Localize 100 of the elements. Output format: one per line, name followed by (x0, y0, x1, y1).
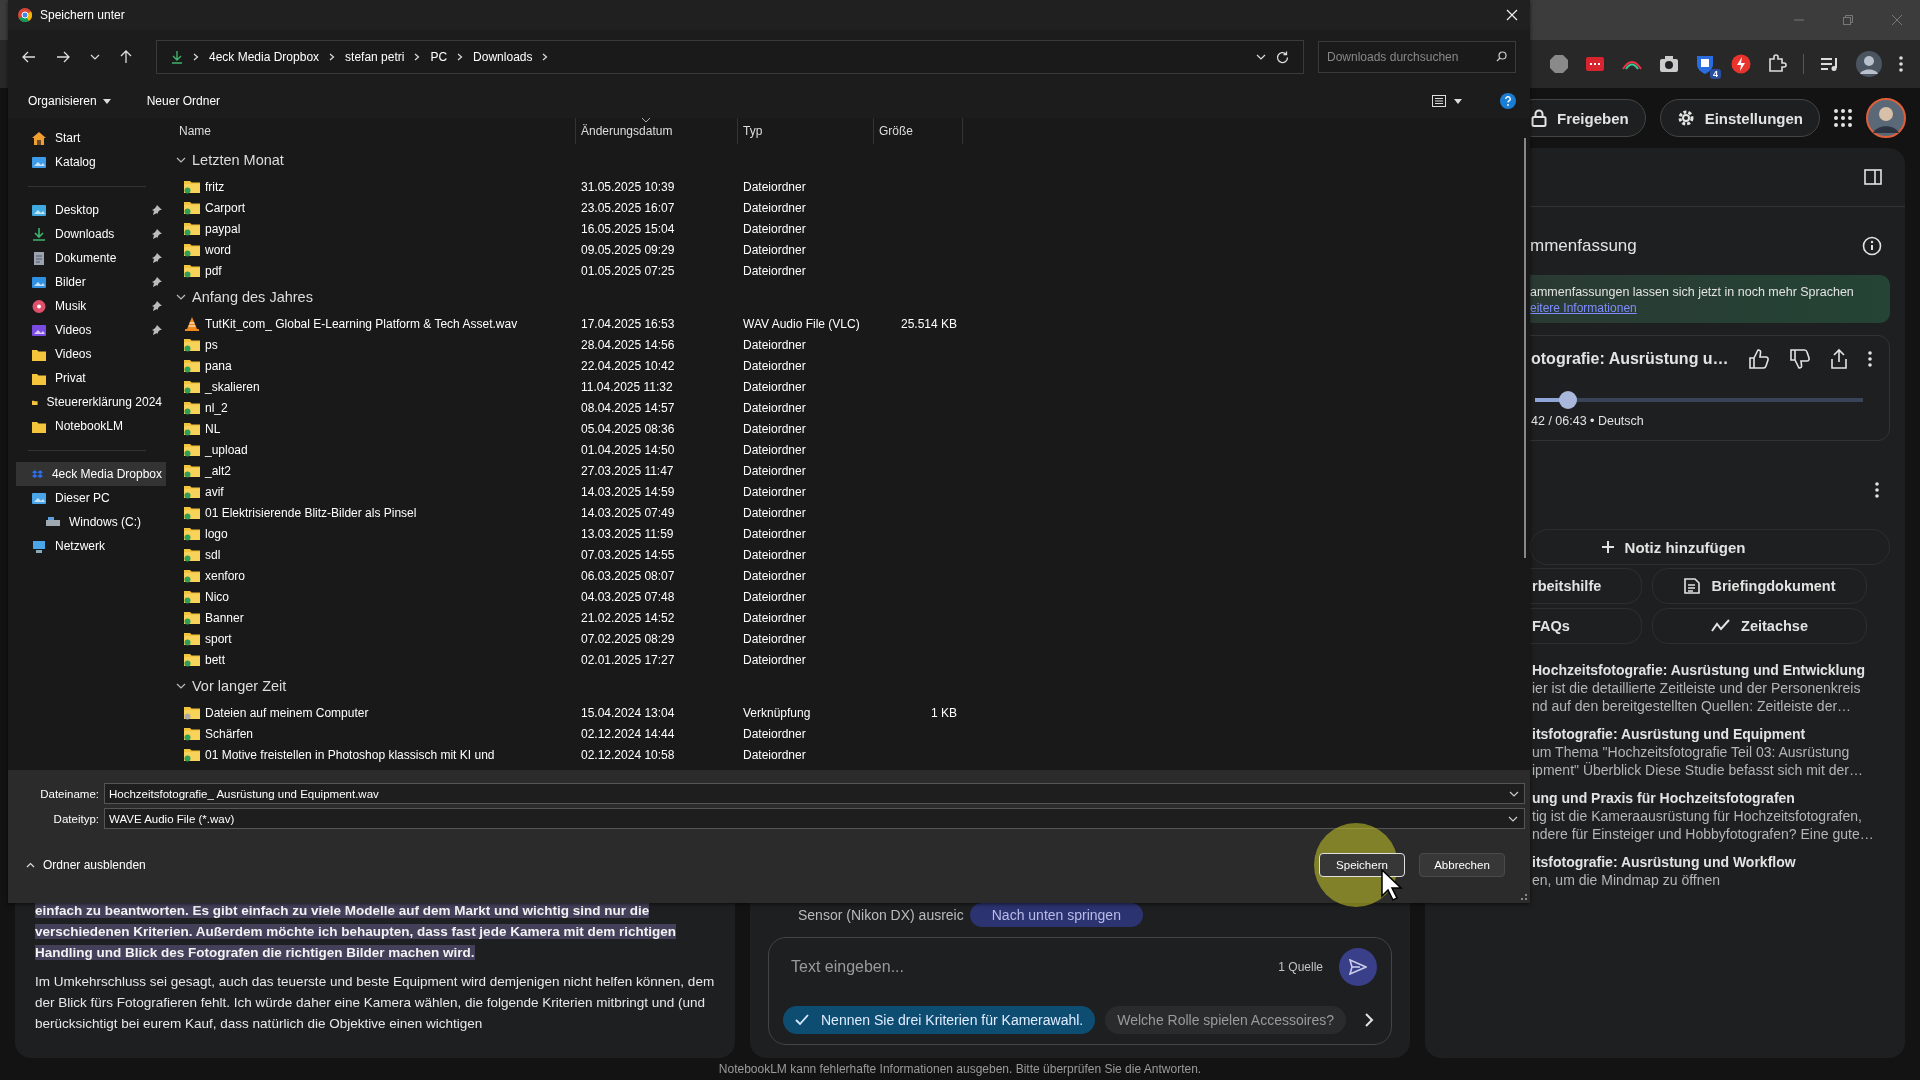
nav-item[interactable]: Dokumente (20, 246, 166, 270)
nav-item[interactable]: 4eck Media Dropbox (16, 462, 166, 486)
toolbar-button[interactable]: Neuer Ordner (138, 90, 229, 112)
group-header[interactable]: Anfang des Jahres (174, 281, 1530, 313)
shield-icon[interactable] (1695, 53, 1715, 75)
file-name[interactable]: paypal (205, 221, 241, 236)
info-link[interactable]: eitere Informationen (1530, 301, 1637, 315)
dialog-button[interactable]: Speichern (1319, 853, 1405, 877)
studio-tool-button[interactable]: Zeitachse (1652, 608, 1867, 644)
note-title[interactable]: ung und Praxis für Hochzeitsfotografen (1532, 790, 1890, 806)
caret-icon[interactable] (1454, 98, 1462, 104)
chevron-down-icon[interactable] (1256, 54, 1266, 60)
thumbs-down-icon[interactable] (1789, 348, 1811, 370)
group-header[interactable]: Vor langer Zeit (174, 670, 1530, 702)
pin-icon[interactable] (152, 277, 162, 287)
file-name[interactable]: Banner (205, 610, 244, 625)
nav-item[interactable]: Windows (C:) (20, 510, 166, 534)
chevron-right-icon[interactable] (457, 53, 464, 61)
file-name[interactable]: _skalieren (205, 379, 260, 394)
dialog-button[interactable]: Abbrechen (1419, 853, 1505, 877)
nav-item[interactable]: Desktop (20, 198, 166, 222)
pin-icon[interactable] (152, 205, 162, 215)
note-title[interactable]: Hochzeitsfotografie: Ausrüstung und Entwicklung (1532, 662, 1890, 678)
breadcrumb-item[interactable]: stefan petri (345, 50, 405, 64)
help-icon[interactable] (1500, 93, 1516, 109)
file-name[interactable]: Nico (205, 589, 229, 604)
group-header[interactable]: Letzten Monat (174, 144, 1530, 176)
thumbs-up-icon[interactable] (1748, 348, 1770, 370)
chevron-right-icon[interactable] (414, 53, 421, 61)
filename-field[interactable]: Hochzeitsfotografie_ Ausrüstung und Equipment.wav (104, 783, 1525, 804)
chat-input[interactable]: Text eingeben... (783, 957, 1263, 977)
note-title[interactable]: itsfotografie: Ausrüstung und Equipment (1532, 726, 1890, 742)
chevron-right-icon[interactable] (1364, 1013, 1375, 1027)
puzzle-icon[interactable] (1767, 54, 1787, 74)
nav-item[interactable]: Steuererklärung 2024 (20, 390, 166, 414)
view-list-icon[interactable] (1432, 95, 1446, 107)
file-name[interactable]: _alt2 (205, 463, 232, 478)
file-name[interactable]: sport (205, 631, 232, 646)
nav-item[interactable]: Start (20, 126, 166, 150)
chevron-down-icon[interactable] (1509, 791, 1519, 797)
file-name[interactable]: NL (205, 421, 221, 436)
panel-toggle-icon[interactable] (1864, 169, 1882, 185)
address-bar[interactable]: 4eck Media Dropbox stefan petri PC Downloads (156, 40, 1304, 74)
refresh-icon[interactable] (1276, 50, 1289, 64)
nav-item[interactable]: Privat (20, 366, 166, 390)
column-header[interactable]: Typ (738, 118, 874, 144)
nav-item[interactable]: Downloads (20, 222, 166, 246)
column-header[interactable]: Name (174, 118, 576, 144)
file-name[interactable]: 01 Elektrisierende Blitz-Bilder als Pinsel (205, 505, 417, 520)
file-name[interactable]: fritz (205, 179, 225, 194)
header-button[interactable]: Einstellungen (1659, 99, 1820, 137)
nav-item[interactable]: Videos (20, 318, 166, 342)
send-button[interactable] (1339, 948, 1377, 986)
column-header[interactable]: Änderungsdatum (576, 118, 738, 144)
nav-item[interactable]: Netzwerk (20, 534, 166, 558)
note-title[interactable]: itsfotografie: Ausrüstung und Workflow (1532, 854, 1890, 870)
info-icon[interactable] (1862, 236, 1882, 256)
pin-icon[interactable] (152, 253, 162, 263)
search-field[interactable]: Downloads durchsuchen (1318, 41, 1516, 73)
hide-folders-button[interactable]: Ordner ausblenden (20, 857, 152, 873)
column-header[interactable]: Größe (874, 118, 963, 144)
pin-icon[interactable] (152, 301, 162, 311)
breadcrumb-item[interactable]: 4eck Media Dropbox (209, 50, 320, 64)
file-name[interactable]: TutKit_com_ Global E-Learning Platform & Tech Asset.wav (205, 316, 518, 331)
file-name[interactable]: Carport (205, 200, 245, 215)
more-icon[interactable] (1867, 350, 1873, 368)
nav-item[interactable]: Videos (20, 342, 166, 366)
playlist-icon[interactable] (1820, 56, 1840, 72)
pin-icon[interactable] (152, 325, 162, 335)
up-icon[interactable] (120, 50, 132, 64)
chevron-right-icon[interactable] (193, 53, 199, 61)
toolbar-button[interactable]: Organisieren (20, 90, 119, 112)
more-icon[interactable] (1898, 55, 1904, 73)
chevron-right-icon[interactable] (329, 53, 336, 61)
file-name[interactable]: nl_2 (205, 400, 228, 415)
file-name[interactable]: Schärfen (205, 726, 254, 741)
file-name[interactable]: xenforo (205, 568, 246, 583)
file-name[interactable]: logo (205, 526, 228, 541)
camera-icon[interactable] (1659, 55, 1679, 73)
file-name[interactable]: pana (205, 358, 232, 373)
jump-down-button[interactable]: Nach unten springen (969, 903, 1143, 927)
forward-icon[interactable] (56, 51, 70, 63)
suggestion-chip[interactable]: Welche Rolle spielen Accessoires? (1105, 1006, 1347, 1034)
file-name[interactable]: pdf (205, 263, 222, 278)
suggestion-chip[interactable]: Nennen Sie drei Kriterien für Kamerawahl. (783, 1006, 1096, 1034)
nav-item[interactable]: NotebookLM (20, 414, 166, 438)
filetype-dropdown[interactable]: WAVE Audio File (*.wav) (104, 808, 1525, 829)
pin-icon[interactable] (152, 229, 162, 239)
user-avatar[interactable] (1866, 98, 1906, 138)
extension-icon[interactable] (1585, 56, 1605, 72)
lightning-icon[interactable] (1731, 54, 1751, 74)
more-icon[interactable] (1874, 481, 1880, 499)
back-icon[interactable] (22, 51, 36, 63)
nav-item[interactable]: Dieser PC (20, 486, 166, 510)
file-name[interactable]: word (205, 242, 231, 257)
studio-tool-button[interactable]: Briefingdokument (1652, 568, 1867, 604)
history-dropdown-icon[interactable] (90, 54, 100, 60)
file-name[interactable]: bett (205, 652, 225, 667)
nav-item[interactable]: Bilder (20, 270, 166, 294)
chevron-right-icon[interactable] (542, 53, 549, 61)
